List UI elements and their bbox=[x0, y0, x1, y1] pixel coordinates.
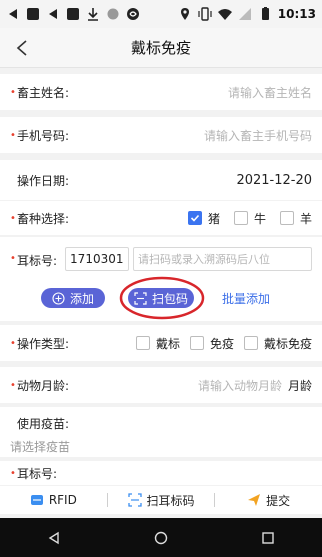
checkbox-empty-icon bbox=[135, 336, 150, 350]
signal-icon bbox=[238, 8, 251, 20]
download-icon bbox=[88, 8, 98, 21]
required-mark: • bbox=[10, 337, 16, 349]
add-button[interactable]: 添加 bbox=[41, 288, 105, 308]
vibrate-icon bbox=[198, 7, 212, 21]
animal-age-row: • 动物月龄: 请输入动物月龄 月龄 bbox=[0, 367, 322, 403]
status-bar: 10:13 bbox=[0, 0, 322, 28]
rfid-label: RFID bbox=[48, 493, 77, 507]
animal-age-input[interactable]: 请输入动物月龄 bbox=[198, 377, 282, 394]
vaccine-label: 使用疫苗: bbox=[17, 417, 70, 431]
operation-tag-immunize-label: 戴标免疫 bbox=[263, 336, 312, 351]
scan-package-button[interactable]: 扫包码 bbox=[128, 288, 194, 308]
checkbox-empty-icon bbox=[279, 211, 294, 225]
date-label: 操作日期: bbox=[17, 173, 70, 188]
checkbox-empty-icon bbox=[233, 211, 248, 225]
operation-tag-immunize-checkbox[interactable]: 戴标免疫 bbox=[243, 335, 312, 352]
ear-tag-row: • 耳标号: 1710301 请扫码或录入溯源码后八位 bbox=[0, 237, 322, 321]
species-row: • 畜种选择: 猪 牛 羊 bbox=[0, 201, 322, 235]
clock: 10:13 bbox=[277, 7, 316, 21]
submit-button[interactable]: 提交 bbox=[215, 492, 322, 509]
square-recents-icon bbox=[262, 531, 275, 544]
phone-row: • 手机号码: 请输入畜主手机号码 bbox=[0, 117, 322, 153]
operation-type-options: 戴标 免疫 戴标免疫 bbox=[126, 335, 312, 352]
circle-home-icon bbox=[154, 531, 168, 544]
ear-tag-prefix-input[interactable]: 1710301 bbox=[65, 247, 130, 271]
send-icon bbox=[248, 494, 261, 506]
species-pig-label: 猪 bbox=[207, 211, 220, 226]
species-pig-checkbox[interactable]: 猪 bbox=[187, 210, 220, 227]
add-button-label: 添加 bbox=[69, 291, 94, 306]
species-cattle-label: 牛 bbox=[253, 211, 266, 226]
vaccine-block: 使用疫苗: 请选择疫苗 bbox=[0, 407, 322, 457]
checkbox-empty-icon bbox=[243, 336, 258, 350]
title-bar: 戴标免疫 bbox=[0, 28, 322, 68]
owner-name-label: 畜主姓名: bbox=[17, 85, 70, 100]
species-sheep-checkbox[interactable]: 羊 bbox=[279, 210, 312, 227]
owner-name-row: • 畜主姓名: 请输入畜主姓名 bbox=[0, 74, 322, 110]
plus-circle-icon bbox=[52, 291, 65, 305]
circle-notification-icon bbox=[107, 8, 119, 20]
species-options: 猪 牛 羊 bbox=[178, 210, 312, 227]
rfid-icon bbox=[30, 495, 43, 505]
scan-icon bbox=[134, 291, 147, 305]
scan-ear-tag-button[interactable]: 扫耳标码 bbox=[108, 492, 215, 509]
ear-tag-list-row: • 耳标号: bbox=[0, 461, 322, 485]
square-notification-icon bbox=[27, 8, 39, 20]
app-notification-icon bbox=[127, 8, 139, 20]
back-button[interactable] bbox=[10, 36, 34, 60]
scan-ear-tag-label: 扫耳标码 bbox=[146, 493, 195, 508]
chevron-left-icon bbox=[16, 40, 27, 56]
operation-immunize-checkbox[interactable]: 免疫 bbox=[189, 335, 234, 352]
date-picker[interactable]: 2021-12-20 bbox=[236, 173, 312, 188]
required-mark: • bbox=[10, 212, 16, 224]
vaccine-select[interactable]: 请选择疫苗 bbox=[10, 438, 312, 455]
animal-age-unit: 月龄 bbox=[287, 378, 312, 393]
arrow-notification-icon bbox=[9, 9, 17, 19]
required-mark: • bbox=[10, 253, 16, 264]
rfid-button[interactable]: RFID bbox=[0, 493, 107, 507]
operation-immunize-label: 免疫 bbox=[209, 336, 234, 351]
triangle-back-icon bbox=[48, 531, 59, 544]
date-row: 操作日期: 2021-12-20 bbox=[0, 160, 322, 200]
scan-icon bbox=[127, 493, 142, 507]
ear-tag-list-label: 耳标号: bbox=[17, 466, 58, 481]
operation-tag-checkbox[interactable]: 戴标 bbox=[135, 335, 180, 352]
species-label: 畜种选择: bbox=[17, 211, 70, 226]
nav-back-button[interactable] bbox=[44, 528, 64, 548]
checkbox-empty-icon bbox=[189, 336, 204, 350]
system-nav-bar bbox=[0, 518, 322, 557]
animal-age-label: 动物月龄: bbox=[17, 378, 70, 393]
required-mark: • bbox=[10, 379, 16, 391]
owner-name-input[interactable]: 请输入畜主姓名 bbox=[228, 84, 312, 101]
submit-label: 提交 bbox=[266, 493, 291, 508]
wifi-icon bbox=[217, 9, 232, 20]
checkbox-checked-icon bbox=[187, 211, 202, 225]
page-title: 戴标免疫 bbox=[130, 39, 191, 57]
required-mark: • bbox=[10, 129, 16, 141]
operation-type-label: 操作类型: bbox=[17, 336, 70, 351]
nav-home-button[interactable] bbox=[151, 528, 171, 548]
nav-recents-button[interactable] bbox=[258, 528, 278, 548]
phone-label: 手机号码: bbox=[17, 128, 70, 143]
species-cattle-checkbox[interactable]: 牛 bbox=[233, 210, 266, 227]
species-sheep-label: 羊 bbox=[299, 211, 312, 226]
ear-tag-label: 耳标号: bbox=[17, 254, 58, 268]
operation-tag-label: 戴标 bbox=[155, 336, 180, 351]
phone-input[interactable]: 请输入畜主手机号码 bbox=[204, 127, 312, 144]
ear-tag-code-input[interactable]: 请扫码或录入溯源码后八位 bbox=[133, 247, 312, 271]
operation-type-row: • 操作类型: 戴标 免疫 戴标免疫 bbox=[0, 325, 322, 361]
battery-icon bbox=[261, 7, 269, 20]
batch-add-link[interactable]: 批量添加 bbox=[222, 290, 270, 307]
required-mark: • bbox=[10, 86, 16, 98]
location-icon bbox=[180, 8, 189, 20]
scan-package-label: 扫包码 bbox=[151, 291, 188, 306]
required-mark: • bbox=[10, 467, 16, 479]
square-notification-icon bbox=[67, 8, 79, 20]
bottom-toolbar: RFID 扫耳标码 提交 bbox=[0, 486, 322, 514]
arrow-notification-icon bbox=[49, 9, 57, 19]
